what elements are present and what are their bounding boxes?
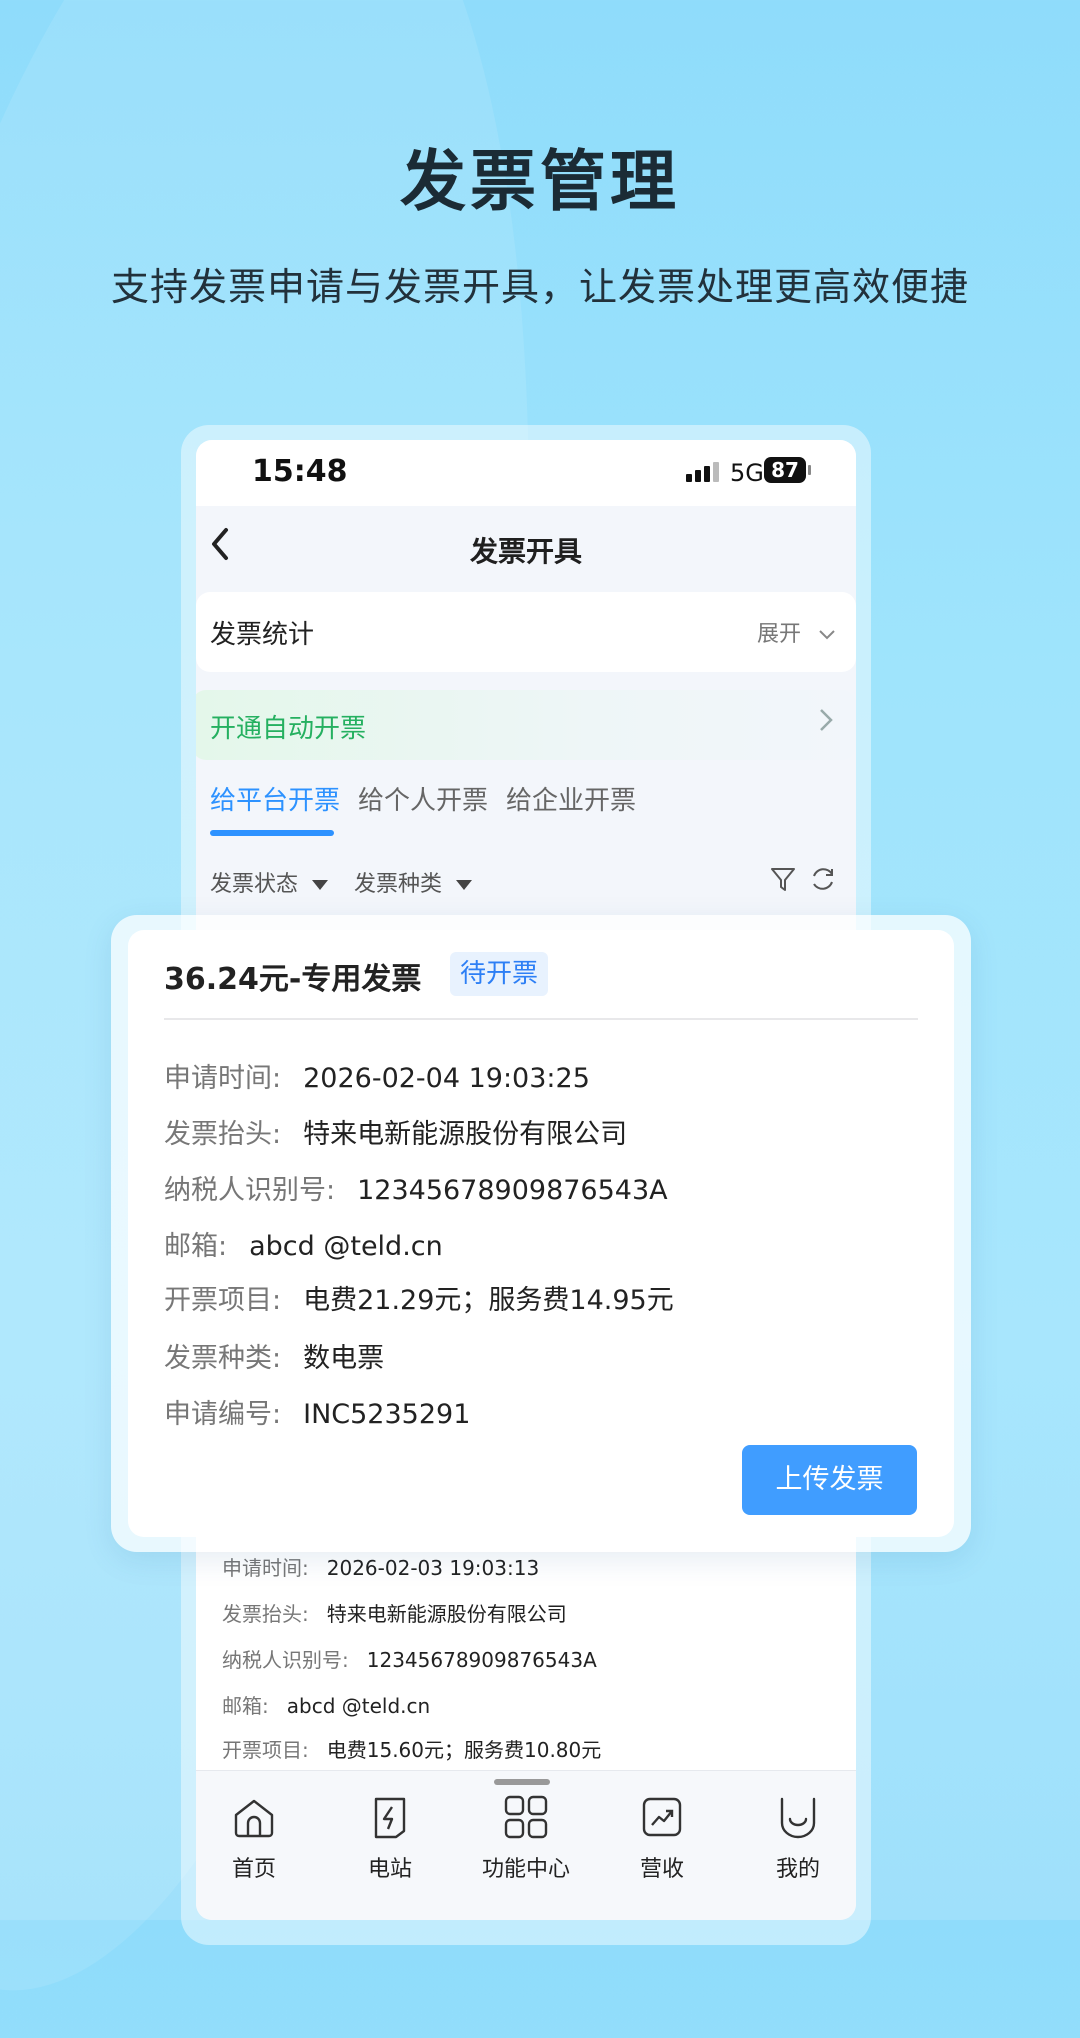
filter-type-label: 发票种类 xyxy=(354,872,443,897)
caret-down-icon xyxy=(312,880,329,890)
home-icon xyxy=(234,1799,274,1838)
status-badge: 待开票 xyxy=(450,952,549,996)
detail-row: 申请编号: INC5235291 xyxy=(164,1399,471,1430)
expand-label: 展开 xyxy=(756,622,801,647)
revenue-icon xyxy=(642,1797,682,1837)
invoice-card-title: 36.24元-专用发票 xyxy=(164,962,422,997)
tab-personal[interactable]: 给个人开票 xyxy=(358,780,488,817)
detail-row: 发票种类: 数电票 xyxy=(164,1343,385,1374)
detail-row: 申请时间: 2026-02-04 19:03:25 xyxy=(164,1063,590,1094)
caret-down-icon xyxy=(456,880,473,890)
bottom-tab-bar: 首页 电站 功能中心 营收 我的 xyxy=(196,1770,856,1920)
list-row: 发票抬头: 特来电新能源股份有限公司 xyxy=(222,1602,567,1626)
refresh-icon[interactable] xyxy=(808,864,838,898)
signal-icon xyxy=(686,462,722,482)
invoice-list-item[interactable]: 申请时间: 2026-02-03 19:03:13 发票抬头: 特来电新能源股份有限… xyxy=(196,1530,856,1790)
tabbar-label: 电站 xyxy=(367,1857,412,1882)
page-subtitle: 支持发票申请与发票开具，让发票处理更高效便捷 xyxy=(110,265,969,309)
detail-row: 开票项目: 电费21.29元；服务费14.95元 xyxy=(164,1285,674,1316)
expand-toggle[interactable]: 展开 xyxy=(757,616,836,648)
auto-invoice-label: 开通自动开票 xyxy=(210,714,367,744)
upload-invoice-button[interactable]: 上传发票 xyxy=(742,1445,917,1515)
invoice-tabs: 给平台开票 给个人开票 给企业开票 xyxy=(196,780,856,840)
tabbar-label: 功能中心 xyxy=(481,1857,570,1882)
divider xyxy=(164,1018,918,1020)
filter-bar: 发票状态 发票种类 xyxy=(196,866,856,916)
station-icon xyxy=(374,1797,406,1839)
tabbar-label: 营收 xyxy=(639,1857,684,1882)
drag-handle[interactable] xyxy=(494,1779,550,1785)
active-tab-indicator xyxy=(210,830,334,836)
detail-row: 纳税人识别号: 12345678909876543A xyxy=(164,1175,668,1206)
page-title: 发票管理 xyxy=(400,143,680,220)
nav-bar: 发票开具 xyxy=(196,506,856,592)
list-row: 邮箱: abcd @teld.cn xyxy=(222,1694,431,1718)
tab-enterprise[interactable]: 给企业开票 xyxy=(506,780,636,817)
battery-icon: 87 xyxy=(764,457,811,483)
nav-title: 发票开具 xyxy=(469,535,582,568)
invoice-stats-label: 发票统计 xyxy=(210,620,315,650)
tabbar-item-home[interactable]: 首页 xyxy=(204,1793,304,1883)
network-label: 5G xyxy=(730,459,764,487)
tabbar-item-revenue[interactable]: 营收 xyxy=(612,1793,712,1883)
tabbar-label: 我的 xyxy=(775,1857,820,1882)
tabbar-item-station[interactable]: 电站 xyxy=(340,1793,440,1883)
grid-icon xyxy=(504,1795,548,1839)
filter-status[interactable]: 发票状态 xyxy=(210,866,329,898)
filter-type[interactable]: 发票种类 xyxy=(354,866,473,898)
tabbar-item-profile[interactable]: 我的 xyxy=(748,1793,848,1883)
detail-row: 邮箱: abcd @teld.cn xyxy=(164,1231,443,1262)
chevron-down-icon xyxy=(819,630,835,640)
status-time: 15:48 xyxy=(252,454,348,489)
invoice-card[interactable]: 36.24元-专用发票 待开票 申请时间: 2026-02-04 19:03:25… xyxy=(128,930,954,1537)
status-bar: 15:48 5G 87 xyxy=(196,440,856,506)
tab-platform[interactable]: 给平台开票 xyxy=(210,780,340,817)
invoice-stats-panel[interactable]: 发票统计 展开 xyxy=(196,592,856,672)
list-row: 纳税人识别号: 12345678909876543A xyxy=(222,1648,597,1672)
detail-row: 发票抬头: 特来电新能源股份有限公司 xyxy=(164,1119,628,1150)
auto-invoice-banner[interactable]: 开通自动开票 xyxy=(196,690,856,760)
profile-icon xyxy=(780,1797,816,1839)
list-row: 申请时间: 2026-02-03 19:03:13 xyxy=(222,1556,540,1580)
filter-icon[interactable] xyxy=(768,864,798,898)
filter-status-label: 发票状态 xyxy=(210,872,299,897)
list-row: 开票项目: 电费15.60元；服务费10.80元 xyxy=(222,1738,602,1762)
tabbar-label: 首页 xyxy=(231,1857,276,1882)
tabbar-item-functions[interactable]: 功能中心 xyxy=(476,1793,576,1883)
chevron-right-icon xyxy=(818,702,834,742)
